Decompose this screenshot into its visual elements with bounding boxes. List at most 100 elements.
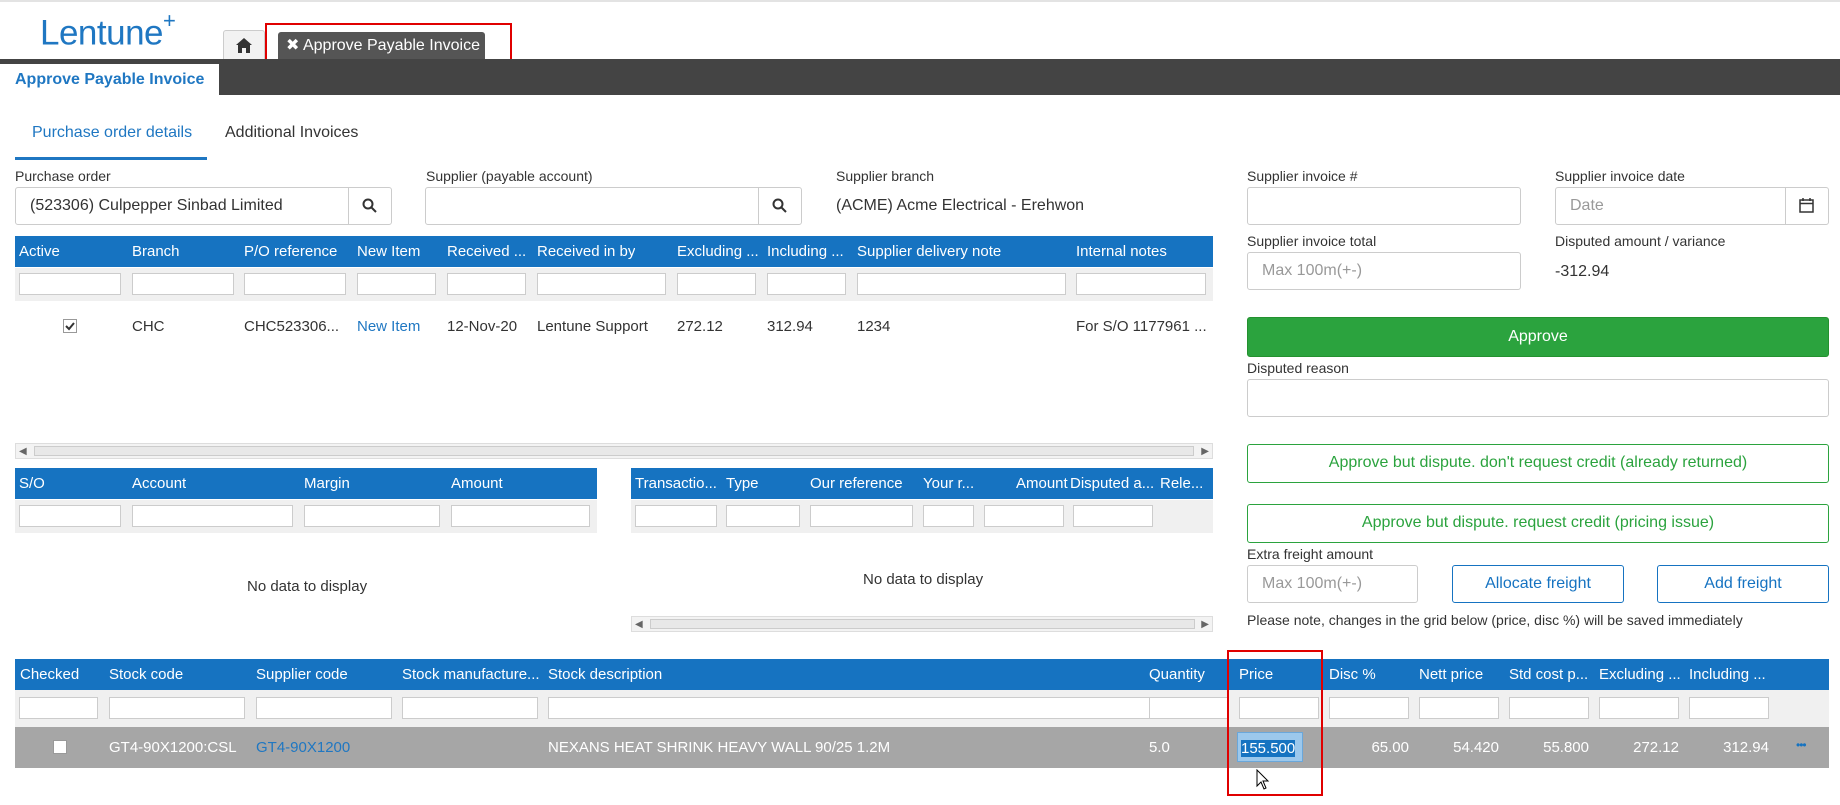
approve-dispute-credit-button[interactable]: Approve but dispute. request credit (pri…: [1247, 504, 1829, 543]
filter-input[interactable]: [548, 697, 1153, 719]
filter-input[interactable]: [1329, 697, 1409, 719]
purchase-order-search-button[interactable]: [348, 188, 391, 224]
filter-input[interactable]: [256, 697, 392, 719]
col-supplier-code[interactable]: Supplier code: [256, 666, 348, 683]
col-checked[interactable]: Checked: [20, 666, 79, 683]
col-margin[interactable]: Margin: [304, 475, 350, 492]
col-account[interactable]: Account: [132, 475, 186, 492]
col-stock-description[interactable]: Stock description: [548, 666, 662, 683]
filter-input[interactable]: [402, 697, 538, 719]
checked-checkbox[interactable]: [53, 740, 67, 754]
filter-input[interactable]: [19, 505, 121, 527]
filter-input[interactable]: [677, 273, 756, 295]
supplier-input[interactable]: [425, 187, 802, 225]
filter-input[interactable]: [726, 505, 800, 527]
filter-input[interactable]: [923, 505, 974, 527]
add-freight-button[interactable]: Add freight: [1657, 565, 1829, 603]
col-your-reference[interactable]: Your r...: [923, 475, 974, 492]
filter-input[interactable]: [984, 505, 1064, 527]
allocate-freight-button[interactable]: Allocate freight: [1452, 565, 1624, 603]
col-including[interactable]: Including ...: [1689, 666, 1769, 683]
invoice-total-input[interactable]: Max 100m(+-): [1247, 252, 1521, 290]
filter-input[interactable]: [451, 505, 590, 527]
col-po-reference[interactable]: P/O reference: [244, 243, 337, 260]
scroll-right-arrow[interactable]: ▶: [1201, 446, 1209, 457]
items-grid-row[interactable]: GT4-90X1200:CSL GT4-90X1200 NEXANS HEAT …: [15, 727, 1829, 768]
filter-input[interactable]: [447, 273, 526, 295]
col-including[interactable]: Including ...: [767, 243, 847, 260]
scroll-thumb[interactable]: [34, 446, 1194, 456]
tx-grid-scrollbar[interactable]: ◀ ▶: [631, 616, 1213, 632]
col-disputed-amount[interactable]: Disputed a...: [1070, 475, 1155, 492]
col-received[interactable]: Received ...: [447, 243, 529, 260]
col-excluding[interactable]: Excluding ...: [1599, 666, 1683, 683]
filter-input[interactable]: [132, 273, 234, 295]
filter-input[interactable]: [1073, 505, 1153, 527]
highlight-box-price: [1227, 650, 1323, 796]
filter-input[interactable]: [1419, 697, 1499, 719]
col-amount[interactable]: Amount: [1016, 475, 1068, 492]
col-transaction[interactable]: Transactio...: [635, 475, 719, 492]
col-stock-manufacturer[interactable]: Stock manufacture...: [402, 666, 542, 683]
col-nett-price[interactable]: Nett price: [1419, 666, 1483, 683]
filter-input[interactable]: [244, 273, 346, 295]
col-amount[interactable]: Amount: [451, 475, 503, 492]
filter-input[interactable]: [19, 697, 98, 719]
filter-input[interactable]: [1076, 273, 1206, 295]
supplier-code-link[interactable]: GT4-90X1200: [256, 739, 350, 756]
tab-purchase-order-details[interactable]: Purchase order details: [32, 124, 192, 142]
invoice-date-input[interactable]: Date: [1555, 187, 1829, 225]
col-disc[interactable]: Disc %: [1329, 666, 1376, 683]
more-actions-icon[interactable]: •••: [1796, 738, 1807, 752]
filter-input[interactable]: [537, 273, 666, 295]
filter-input[interactable]: [19, 273, 121, 295]
col-internal-notes[interactable]: Internal notes: [1076, 243, 1167, 260]
tab-additional-invoices[interactable]: Additional Invoices: [225, 124, 358, 142]
new-item-link[interactable]: New Item: [357, 318, 420, 335]
filter-input[interactable]: [767, 273, 846, 295]
filter-input[interactable]: [109, 697, 245, 719]
col-our-reference[interactable]: Our reference: [810, 475, 903, 492]
filter-input[interactable]: [132, 505, 293, 527]
filter-input[interactable]: [810, 505, 913, 527]
approve-button[interactable]: Approve: [1247, 317, 1829, 357]
po-grid-scrollbar[interactable]: ◀ ▶: [15, 443, 1213, 459]
po-internal-notes-cell: For S/O 1177961 ...: [1076, 318, 1207, 335]
filter-input[interactable]: [1599, 697, 1679, 719]
extra-freight-input[interactable]: Max 100m(+-): [1247, 565, 1418, 603]
filter-input[interactable]: [635, 505, 717, 527]
scroll-right-arrow[interactable]: ▶: [1201, 619, 1209, 630]
filter-input[interactable]: [357, 273, 436, 295]
disputed-reason-input[interactable]: [1247, 379, 1829, 417]
date-picker-button[interactable]: [1785, 188, 1828, 224]
col-stock-code[interactable]: Stock code: [109, 666, 183, 683]
page-title-tab[interactable]: Approve Payable Invoice: [0, 64, 219, 95]
filter-input[interactable]: [304, 505, 440, 527]
filter-input[interactable]: [857, 273, 1066, 295]
scroll-left-arrow[interactable]: ◀: [19, 446, 27, 457]
col-supplier-delivery-note[interactable]: Supplier delivery note: [857, 243, 1001, 260]
col-excluding[interactable]: Excluding ...: [677, 243, 761, 260]
col-type[interactable]: Type: [726, 475, 759, 492]
col-std-cost[interactable]: Std cost p...: [1509, 666, 1589, 683]
approve-dispute-no-credit-button[interactable]: Approve but dispute. don't request credi…: [1247, 444, 1829, 483]
home-tab[interactable]: [223, 30, 265, 60]
col-branch[interactable]: Branch: [132, 243, 180, 260]
disputed-amount-value: -312.94: [1555, 263, 1610, 280]
col-released[interactable]: Rele...: [1160, 475, 1203, 492]
col-received-by[interactable]: Received in by: [537, 243, 635, 260]
filter-input[interactable]: [1689, 697, 1769, 719]
active-checkbox[interactable]: [63, 319, 77, 333]
scroll-thumb[interactable]: [650, 619, 1195, 629]
col-quantity[interactable]: Quantity: [1149, 666, 1205, 683]
invoice-number-input[interactable]: [1247, 187, 1521, 225]
supplier-search-button[interactable]: [758, 188, 801, 224]
col-active[interactable]: Active: [19, 243, 60, 260]
po-grid-row[interactable]: CHC CHC523306... New Item 12-Nov-20 Lent…: [15, 306, 1213, 346]
filter-input[interactable]: [1149, 697, 1229, 719]
col-so[interactable]: S/O: [19, 475, 45, 492]
filter-input[interactable]: [1509, 697, 1589, 719]
purchase-order-input[interactable]: (523306) Culpepper Sinbad Limited: [15, 187, 392, 225]
scroll-left-arrow[interactable]: ◀: [635, 619, 643, 630]
col-new-item[interactable]: New Item: [357, 243, 420, 260]
